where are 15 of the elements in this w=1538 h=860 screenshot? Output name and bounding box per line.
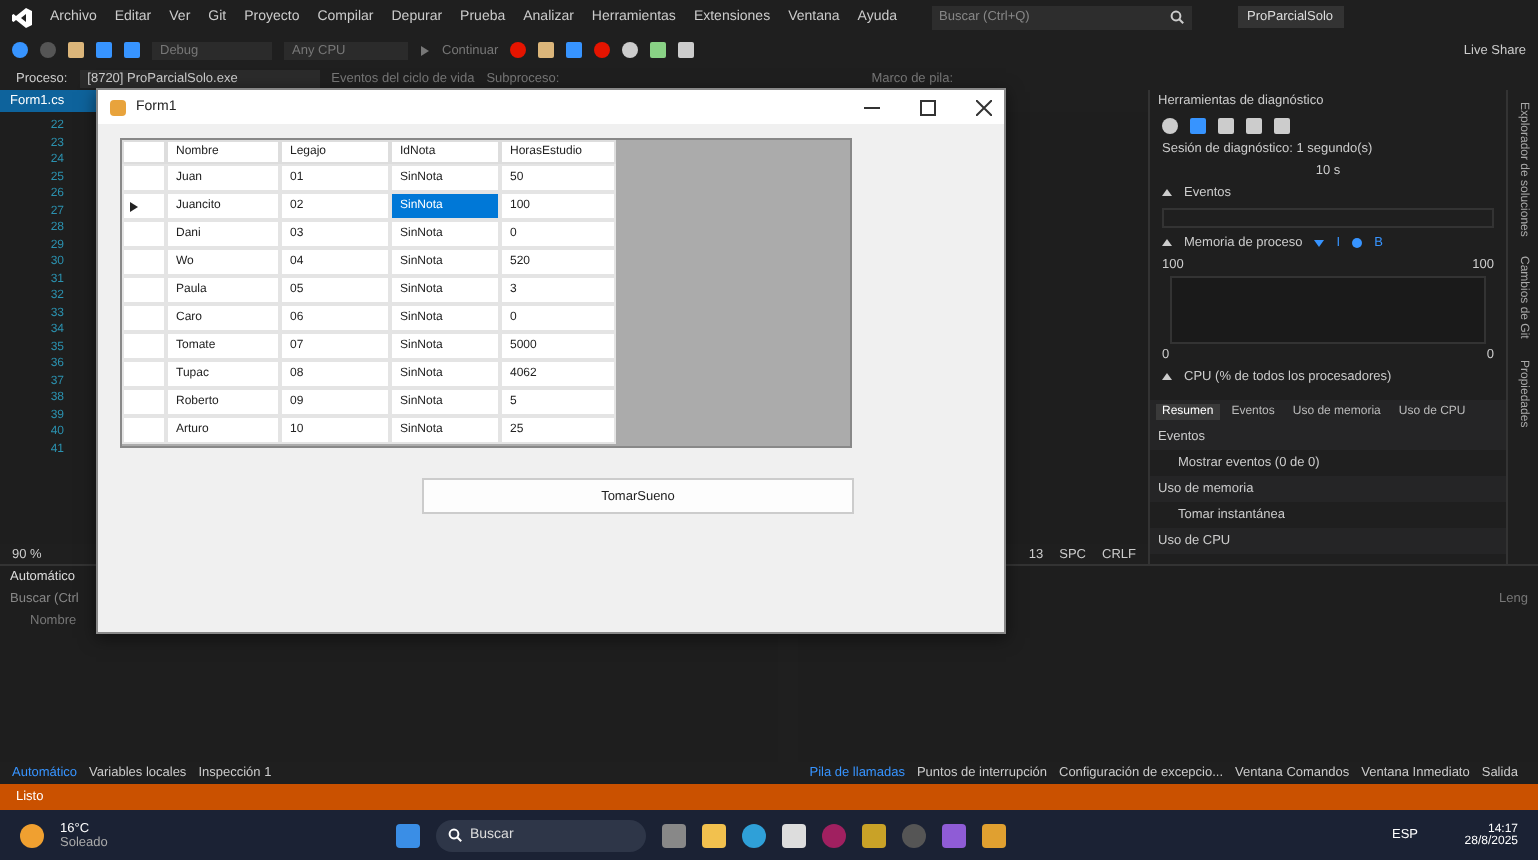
weather-icon bbox=[20, 823, 44, 847]
collapse-icon[interactable] bbox=[1162, 188, 1172, 198]
close-button[interactable] bbox=[976, 99, 992, 115]
form-icon bbox=[110, 99, 126, 115]
collapse-icon[interactable] bbox=[1162, 372, 1172, 382]
app-logo-icon bbox=[12, 7, 32, 27]
maximize-button[interactable] bbox=[920, 99, 936, 115]
marker-icon bbox=[1314, 238, 1325, 248]
play-icon[interactable] bbox=[420, 45, 430, 55]
row-header[interactable] bbox=[122, 192, 166, 220]
current-row-icon bbox=[130, 201, 138, 211]
collapse-icon[interactable] bbox=[1162, 238, 1172, 248]
search-icon[interactable] bbox=[1169, 9, 1184, 23]
dot-icon bbox=[1352, 238, 1363, 248]
corner-header bbox=[122, 140, 166, 164]
